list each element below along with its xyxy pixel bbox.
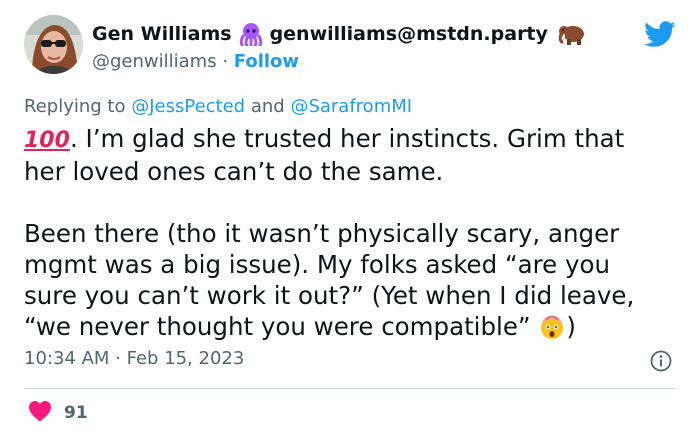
author-mastodon-handle: genwilliams@mstdn.party — [269, 23, 548, 45]
author-handle-row: @genwilliams · Follow — [92, 51, 299, 72]
shocked-face-emoji — [538, 313, 566, 348]
tweet-paragraph: Been there (tho it wasn’t physically sca… — [24, 218, 664, 348]
replying-to-prefix: Replying to — [24, 96, 126, 117]
avatar[interactable] — [24, 15, 83, 74]
replying-to-line: Replying to @JessPected and @SarafromMI — [24, 96, 412, 117]
twitter-bird-icon[interactable] — [644, 21, 676, 52]
tweet-paragraph: 100. I’m glad she trusted her instincts.… — [24, 123, 664, 187]
divider — [24, 388, 676, 389]
like-count: 91 — [64, 403, 88, 423]
octopus-emoji — [238, 22, 264, 46]
mention-link[interactable]: @JessPected — [131, 96, 245, 117]
author-handle[interactable]: @genwilliams — [92, 51, 217, 72]
mammoth-emoji — [558, 22, 586, 46]
like-action[interactable]: 91 — [28, 400, 88, 426]
follow-button[interactable]: Follow — [234, 51, 299, 72]
replying-to-conjunction: and — [250, 96, 285, 117]
author-name-row: Gen Williams genwilliams@mstdn.party — [92, 22, 586, 46]
tweet-timestamp[interactable]: 10:34 AM · Feb 15, 2023 — [24, 348, 244, 369]
hundred-points-emoji: 100 — [24, 128, 70, 153]
tweet-line-2-end: ) — [566, 312, 576, 341]
separator-dot: · — [222, 51, 229, 72]
author-display-name[interactable]: Gen Williams — [92, 23, 232, 45]
info-icon[interactable] — [650, 350, 672, 376]
mention-link[interactable]: @SarafromMI — [290, 96, 412, 117]
heart-icon[interactable] — [28, 400, 52, 426]
tweet-text: 100. I’m glad she trusted her instincts.… — [24, 123, 664, 348]
tweet-line-1: . I’m glad she trusted her instincts. Gr… — [24, 124, 625, 186]
